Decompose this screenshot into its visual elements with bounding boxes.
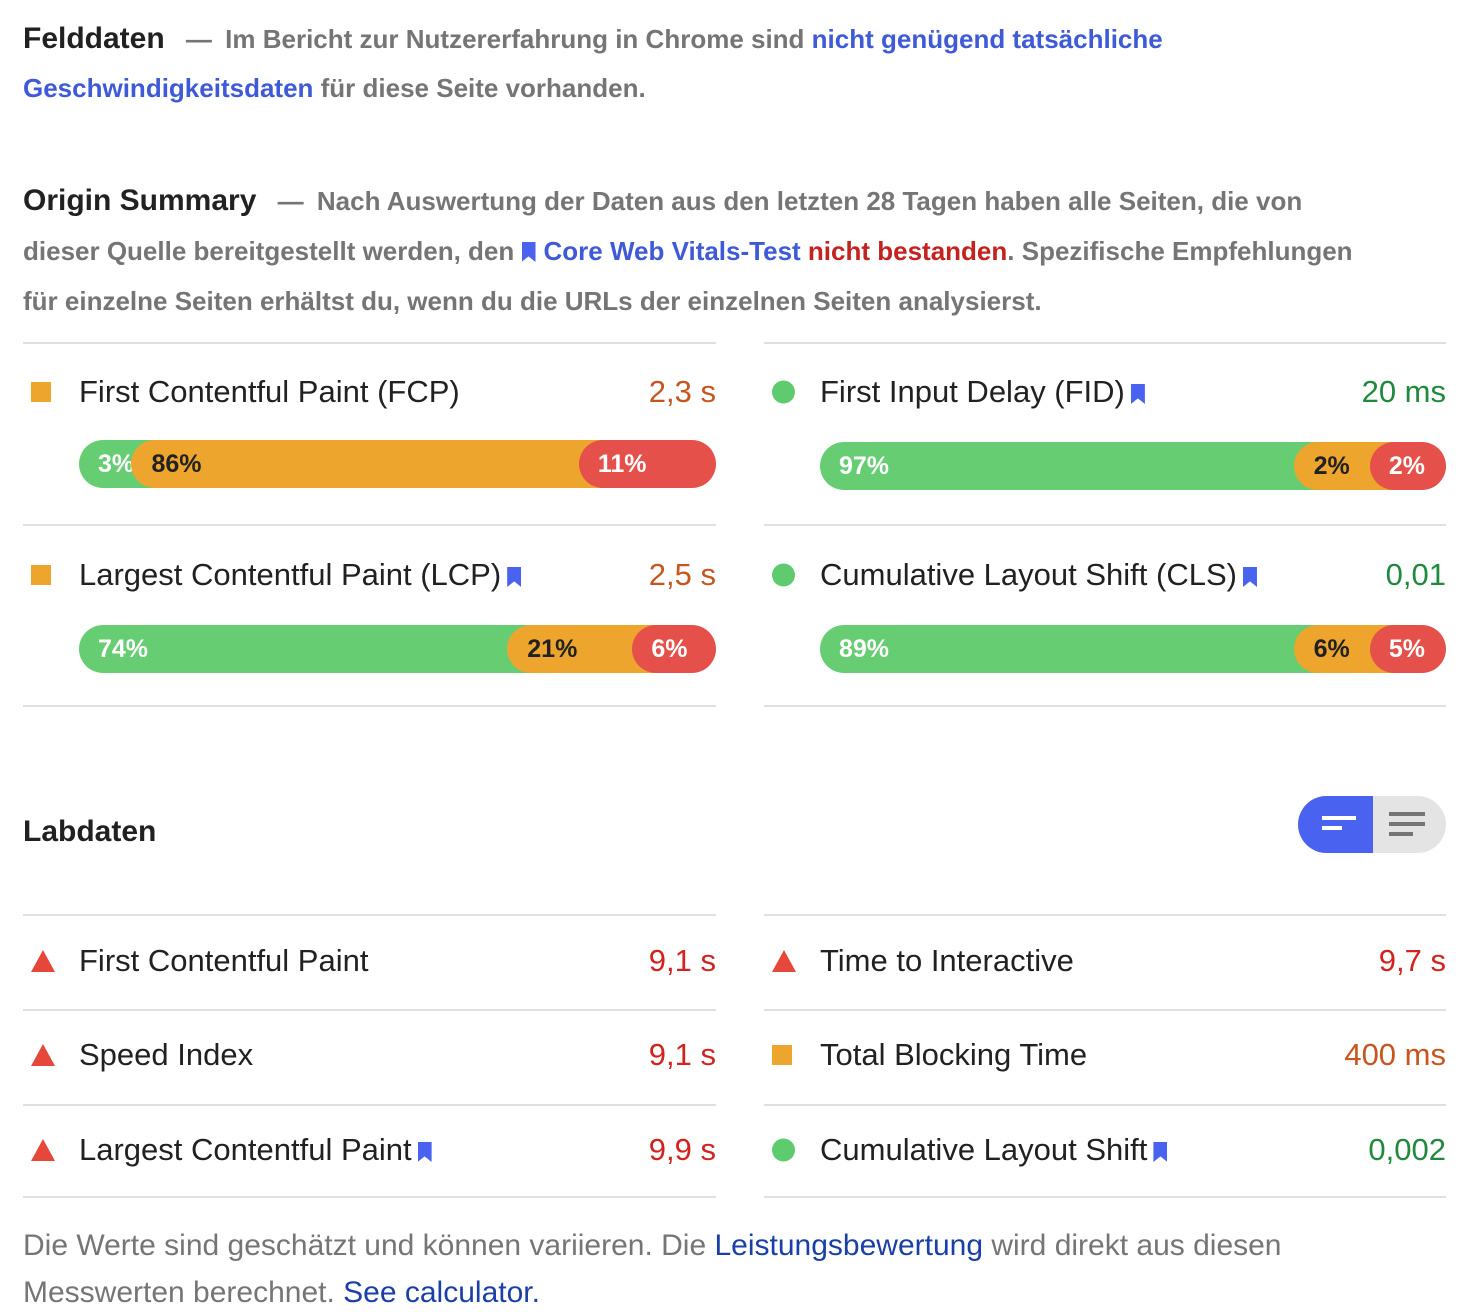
- triangle-icon: [31, 1139, 55, 1161]
- bar-segment-poor: 2%: [1369, 442, 1446, 490]
- distribution-bar-fid: 97% 2% 2%: [820, 442, 1446, 490]
- view-toggle[interactable]: [1298, 796, 1446, 853]
- core-web-vitals-link[interactable]: Core Web Vitals-Test: [544, 236, 801, 266]
- triangle-icon: [31, 950, 55, 972]
- circle-icon: [772, 1138, 795, 1162]
- field-metric-fid: First Input Delay (FID) 20 ms: [764, 362, 1446, 422]
- field-metric-lcp: Largest Contentful Paint (LCP) 2,5 s: [23, 545, 716, 605]
- lab-data-footnote: Die Werte sind geschätzt und können vari…: [23, 1222, 1443, 1316]
- metric-name: Largest Contentful Paint: [79, 1132, 412, 1167]
- lab-metric-tbt: Total Blocking Time 400 ms: [764, 1025, 1446, 1085]
- field-metric-cls: Cumulative Layout Shift (CLS) 0,01: [764, 545, 1446, 605]
- bookmark-icon: [1153, 1142, 1168, 1162]
- bookmark-icon: [1242, 567, 1257, 587]
- bar-view-icon[interactable]: [1298, 796, 1373, 853]
- metric-value: 0,002: [1368, 1132, 1446, 1167]
- bar-segment-good: 97%: [820, 442, 1318, 490]
- field-data-heading: Felddaten: [23, 22, 165, 55]
- divider: [23, 1104, 716, 1106]
- divider: [23, 1009, 716, 1011]
- divider: [23, 914, 716, 916]
- metric-name: Cumulative Layout Shift (CLS): [820, 557, 1237, 592]
- lab-metric-fcp: First Contentful Paint 9,1 s: [23, 931, 716, 991]
- bookmark-icon: [1130, 384, 1145, 404]
- dash-separator: —: [277, 186, 304, 216]
- divider: [764, 1104, 1446, 1106]
- metric-name: Time to Interactive: [820, 943, 1074, 978]
- field-data-text: Im Bericht zur Nutzererfahrung in Chrome…: [225, 24, 812, 54]
- metric-name: Speed Index: [79, 1037, 254, 1072]
- cwv-status: nicht bestanden: [807, 236, 1008, 266]
- square-icon: [772, 1045, 792, 1065]
- field-data-text-after: für diese Seite vorhanden.: [313, 73, 646, 103]
- metric-value: 9,1 s: [648, 943, 716, 978]
- bar-segment-poor: 5%: [1369, 625, 1446, 673]
- metric-value: 9,9 s: [648, 1132, 716, 1167]
- metric-name-wrap: Cumulative Layout Shift (CLS): [820, 557, 1257, 593]
- field-metric-fcp: First Contentful Paint (FCP) 2,3 s: [23, 362, 716, 422]
- metric-value: 9,7 s: [1378, 943, 1446, 978]
- metric-name-wrap: First Input Delay (FID): [820, 374, 1145, 410]
- metric-name: Total Blocking Time: [820, 1037, 1088, 1072]
- lab-metric-si: Speed Index 9,1 s: [23, 1025, 716, 1085]
- bookmark-icon: [521, 242, 536, 262]
- performance-score-link[interactable]: Leistungsbewertung: [714, 1229, 983, 1262]
- list-view-icon[interactable]: [1373, 796, 1446, 853]
- metric-name-wrap: Cumulative Layout Shift: [820, 1132, 1168, 1168]
- origin-summary-heading: Origin Summary: [23, 184, 257, 217]
- dash-separator: —: [185, 24, 212, 54]
- metric-value: 9,1 s: [648, 1037, 716, 1072]
- divider: [764, 342, 1446, 344]
- bar-segment-good: 74%: [79, 625, 532, 673]
- divider: [764, 524, 1446, 526]
- origin-summary: Origin Summary — Nach Auswertung der Dat…: [23, 176, 1353, 326]
- divider: [764, 1196, 1446, 1198]
- field-data-summary: Felddaten — Im Bericht zur Nutzererfahru…: [23, 14, 1223, 113]
- divider: [764, 705, 1446, 707]
- distribution-bar-cls: 89% 6% 5%: [820, 625, 1446, 673]
- metric-name-wrap: Largest Contentful Paint (LCP): [79, 557, 522, 593]
- bar-segment-poor: 6%: [632, 625, 716, 673]
- calculator-link[interactable]: See calculator.: [343, 1276, 540, 1309]
- divider: [23, 342, 716, 344]
- square-icon: [31, 382, 51, 402]
- footnote-text: Die Werte sind geschätzt und können vari…: [23, 1229, 715, 1262]
- bar-segment-needs-improvement: 86%: [131, 440, 603, 488]
- bar-segment-poor: 11%: [578, 440, 716, 488]
- metric-value: 400 ms: [1344, 1037, 1446, 1072]
- lab-data-heading: Labdaten: [23, 815, 157, 848]
- circle-icon: [772, 380, 795, 404]
- metric-name: Cumulative Layout Shift: [820, 1132, 1148, 1167]
- metric-value: 20 ms: [1361, 374, 1446, 409]
- lab-metric-tti: Time to Interactive 9,7 s: [764, 931, 1446, 991]
- lab-metric-cls: Cumulative Layout Shift 0,002: [764, 1120, 1446, 1180]
- square-icon: [31, 565, 51, 585]
- triangle-icon: [31, 1044, 55, 1066]
- metric-value: 0,01: [1385, 557, 1446, 592]
- metric-name: Largest Contentful Paint (LCP): [79, 557, 502, 592]
- metric-name: First Input Delay (FID): [820, 374, 1125, 409]
- distribution-bar-lcp: 74% 21% 6%: [79, 625, 716, 673]
- bookmark-icon: [507, 567, 522, 587]
- divider: [764, 914, 1446, 916]
- divider: [764, 1009, 1446, 1011]
- metric-name-wrap: Largest Contentful Paint: [79, 1132, 432, 1168]
- bar-segment-good: 89%: [820, 625, 1318, 673]
- divider: [23, 705, 716, 707]
- lab-metric-lcp: Largest Contentful Paint 9,9 s: [23, 1120, 716, 1180]
- divider: [23, 1196, 716, 1198]
- metric-name: First Contentful Paint: [79, 943, 369, 978]
- distribution-bar-fcp: 3% 86% 11%: [79, 440, 716, 488]
- triangle-icon: [772, 950, 796, 972]
- metric-name: First Contentful Paint (FCP): [79, 374, 460, 409]
- metric-value: 2,3 s: [648, 374, 716, 409]
- metric-value: 2,5 s: [648, 557, 716, 592]
- divider: [23, 524, 716, 526]
- circle-icon: [772, 563, 795, 587]
- bookmark-icon: [417, 1142, 432, 1162]
